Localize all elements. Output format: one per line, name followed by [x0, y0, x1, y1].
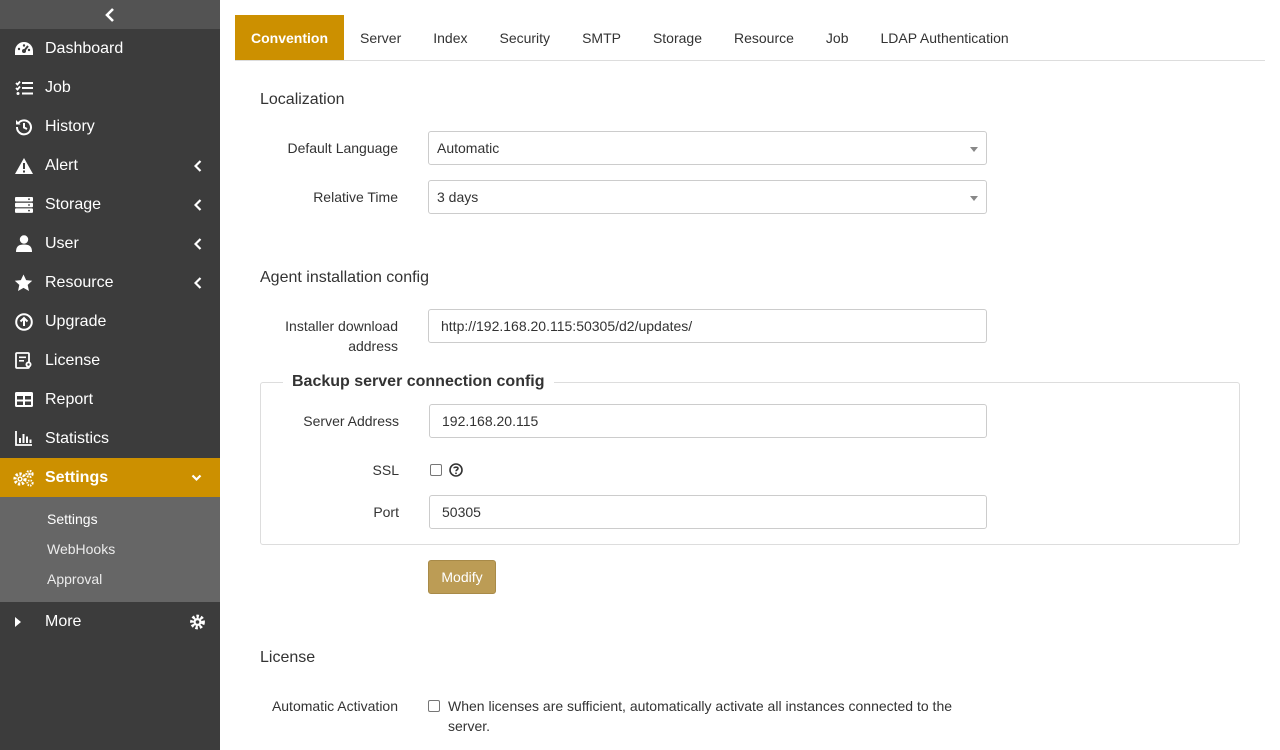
port-label: Port [373, 504, 399, 520]
star-icon [0, 273, 45, 292]
tab-convention[interactable]: Convention [235, 15, 344, 60]
chevron-left-icon [105, 7, 114, 22]
tab-smtp[interactable]: SMTP [566, 15, 637, 60]
sidebar-item-history[interactable]: History [0, 107, 220, 146]
sidebar-collapse-button[interactable] [0, 0, 220, 29]
settings-submenu: Settings WebHooks Approval [0, 497, 220, 602]
sidebar-item-label: Upgrade [45, 312, 107, 330]
localization-title: Localization [260, 91, 345, 108]
settings-tabs: Convention Server Index Security SMTP St… [235, 15, 1265, 61]
relative-time-value: 3 days [437, 189, 479, 205]
submenu-item-settings[interactable]: Settings [0, 504, 220, 534]
backup-server-legend: Backup server connection config [283, 373, 554, 391]
ssl-label: SSL [372, 462, 399, 478]
modify-button[interactable]: Modify [428, 560, 496, 594]
automatic-activation-checkbox[interactable] [428, 700, 440, 712]
sidebar-item-job[interactable]: Job [0, 68, 220, 107]
installer-address-input[interactable]: http://192.168.20.115:50305/d2/updates/ [428, 309, 987, 343]
sidebar-item-label: Dashboard [45, 39, 124, 57]
warning-icon [0, 157, 45, 175]
user-icon [0, 235, 45, 252]
help-icon[interactable] [449, 463, 463, 477]
chevron-left-icon [194, 159, 202, 172]
default-language-select[interactable]: Automatic [428, 131, 987, 165]
sidebar-item-dashboard[interactable]: Dashboard [0, 29, 220, 68]
history-icon [0, 118, 45, 136]
sidebar-item-storage[interactable]: Storage [0, 185, 220, 224]
chevron-left-icon [194, 237, 202, 250]
automatic-activation-label: Automatic Activation [271, 698, 398, 714]
default-language-label: Default Language [287, 140, 398, 156]
tab-server[interactable]: Server [344, 15, 417, 60]
chevron-left-icon [194, 198, 202, 211]
installer-address-label: Installer download address [228, 316, 398, 356]
chevron-down-icon [191, 474, 202, 482]
sidebar-item-label: More [45, 612, 82, 630]
tab-resource[interactable]: Resource [718, 15, 810, 60]
main-content: Convention Server Index Security SMTP St… [220, 0, 1280, 750]
caret-right-icon [0, 616, 45, 627]
relative-time-select[interactable]: 3 days [428, 180, 987, 214]
port-input[interactable]: 50305 [429, 495, 987, 529]
bar-chart-icon [0, 431, 45, 446]
tab-ldap-authentication[interactable]: LDAP Authentication [865, 15, 1025, 60]
agent-config-title: Agent installation config [260, 269, 429, 286]
gear-icon[interactable] [189, 613, 206, 630]
cogs-icon [0, 469, 45, 487]
sidebar-item-statistics[interactable]: Statistics [0, 419, 220, 458]
tab-security[interactable]: Security [483, 15, 566, 60]
sidebar-item-settings[interactable]: Settings [0, 458, 220, 497]
submenu-item-approval[interactable]: Approval [0, 564, 220, 594]
sidebar-item-resource[interactable]: Resource [0, 263, 220, 302]
sidebar-item-alert[interactable]: Alert [0, 146, 220, 185]
license-icon [0, 351, 45, 370]
ssl-checkbox[interactable] [430, 464, 442, 476]
relative-time-label: Relative Time [313, 189, 398, 205]
installer-address-value: http://192.168.20.115:50305/d2/updates/ [441, 318, 693, 334]
sidebar-item-upgrade[interactable]: Upgrade [0, 302, 220, 341]
submenu-item-webhooks[interactable]: WebHooks [0, 534, 220, 564]
sidebar-item-label: Statistics [45, 429, 110, 447]
sidebar-item-report[interactable]: Report [0, 380, 220, 419]
tab-job[interactable]: Job [810, 15, 865, 60]
sidebar-item-label: Report [45, 390, 94, 408]
sidebar-item-label: Job [45, 78, 71, 96]
port-value: 50305 [442, 504, 481, 520]
default-language-value: Automatic [437, 140, 500, 156]
sidebar-item-user[interactable]: User [0, 224, 220, 263]
table-icon [0, 392, 45, 407]
upgrade-icon [0, 312, 45, 331]
caret-down-icon [970, 147, 978, 152]
tasks-icon [0, 80, 45, 96]
sidebar-item-more[interactable]: More [0, 602, 220, 641]
tab-index[interactable]: Index [417, 15, 483, 60]
sidebar-item-label: History [45, 117, 95, 135]
tab-storage[interactable]: Storage [637, 15, 718, 60]
chevron-left-icon [194, 276, 202, 289]
caret-down-icon [970, 196, 978, 201]
backup-server-fieldset: Backup server connection config Server A… [260, 373, 1240, 545]
storage-icon [0, 196, 45, 213]
dashboard-icon [0, 41, 45, 57]
server-address-label: Server Address [303, 413, 399, 429]
sidebar-item-license[interactable]: License [0, 341, 220, 380]
installer-address-label-line1: Installer download [285, 318, 398, 334]
automatic-activation-description: When licenses are sufficient, automatica… [448, 698, 953, 734]
license-title: License [260, 649, 316, 666]
sidebar: Dashboard Job History Alert Storage User [0, 0, 220, 750]
sidebar-item-label: License [45, 351, 101, 369]
server-address-value: 192.168.20.115 [442, 413, 539, 429]
installer-address-label-line2: address [348, 338, 398, 354]
server-address-input[interactable]: 192.168.20.115 [429, 404, 987, 438]
